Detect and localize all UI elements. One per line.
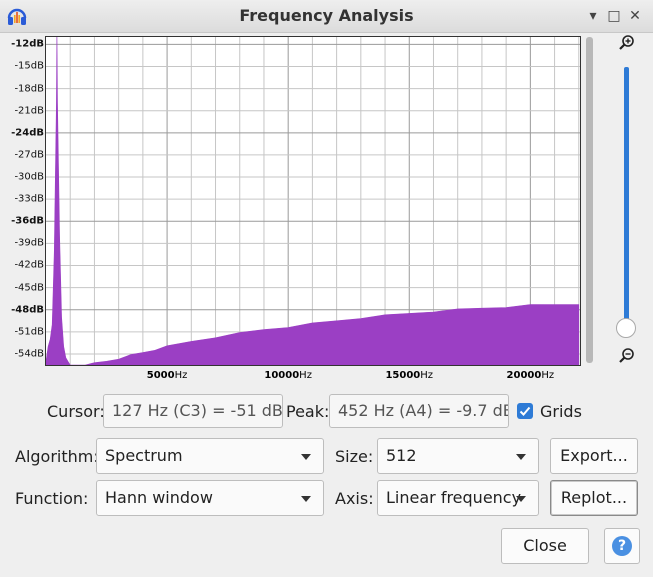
peak-label: Peak: xyxy=(286,402,330,421)
axis-label: Axis: xyxy=(335,489,374,508)
close-icon[interactable]: ✕ xyxy=(628,9,642,23)
export-button[interactable]: Export... xyxy=(550,438,638,474)
spectrum-svg xyxy=(46,37,580,365)
cursor-label: Cursor: xyxy=(47,402,105,421)
size-select[interactable]: 512 xyxy=(377,438,539,474)
y-tick-label: -36dB xyxy=(11,215,44,227)
grids-label: Grids xyxy=(540,402,582,421)
algorithm-select[interactable]: Spectrum xyxy=(96,438,324,474)
minimize-icon[interactable]: ▾ xyxy=(586,9,600,23)
chevron-down-icon xyxy=(301,496,311,502)
y-tick-label: -45dB xyxy=(14,282,44,294)
zoom-in-icon[interactable] xyxy=(618,34,636,52)
size-label: Size: xyxy=(335,447,374,466)
y-tick-label: -48dB xyxy=(11,304,44,316)
x-axis-labels: 5000Hz 10000Hz 15000Hz 20000Hz xyxy=(45,367,581,387)
zoom-slider-handle[interactable] xyxy=(616,318,636,338)
function-select[interactable]: Hann window xyxy=(96,480,324,516)
y-tick-label: -30dB xyxy=(14,171,44,183)
axis-select[interactable]: Linear frequency xyxy=(377,480,539,516)
x-tick-label: 15000Hz xyxy=(385,370,434,381)
x-tick-label: 20000Hz xyxy=(506,370,555,381)
y-tick-label: -27dB xyxy=(14,149,44,161)
chevron-down-icon xyxy=(516,496,526,502)
y-tick-label: -51dB xyxy=(14,326,44,338)
checkmark-icon xyxy=(519,406,531,416)
x-tick-label: 5000Hz xyxy=(146,370,188,381)
chevron-down-icon xyxy=(516,454,526,460)
algorithm-label: Algorithm: xyxy=(15,447,99,466)
replot-button[interactable]: Replot... xyxy=(550,480,638,516)
chevron-down-icon xyxy=(301,454,311,460)
y-tick-label: -24dB xyxy=(11,127,44,139)
help-button[interactable]: ? xyxy=(604,528,640,564)
close-button[interactable]: Close xyxy=(501,528,589,564)
y-tick-label: -33dB xyxy=(14,193,44,205)
axis-value: Linear frequency xyxy=(386,488,522,507)
y-tick-label: -12dB xyxy=(11,38,44,50)
y-tick-label: -42dB xyxy=(14,259,44,271)
zoom-out-icon[interactable] xyxy=(618,347,636,365)
y-tick-label: -15dB xyxy=(14,60,44,72)
maximize-icon[interactable]: □ xyxy=(607,9,621,23)
function-label: Function: xyxy=(15,489,89,508)
help-icon: ? xyxy=(612,536,632,556)
title-bar: Frequency Analysis ▾ □ ✕ xyxy=(0,0,653,33)
peak-field[interactable]: 452 Hz (A4) = -9.7 dB xyxy=(329,394,509,428)
algorithm-value: Spectrum xyxy=(105,446,183,465)
spectrum-plot[interactable] xyxy=(45,36,581,366)
y-tick-label: -21dB xyxy=(14,105,44,117)
grids-checkbox[interactable] xyxy=(517,403,533,419)
cursor-field[interactable]: 127 Hz (C3) = -51 dB xyxy=(103,394,283,428)
y-tick-label: -54dB xyxy=(14,348,44,360)
vertical-scrollbar[interactable] xyxy=(586,37,593,363)
size-value: 512 xyxy=(386,446,417,465)
y-axis-labels: -12dB -15dB -18dB -21dB -24dB -27dB -30dB -33dB… xyxy=(10,36,44,366)
zoom-slider-track[interactable] xyxy=(624,67,629,329)
x-tick-label: 10000Hz xyxy=(264,370,312,381)
function-value: Hann window xyxy=(105,488,213,507)
window-title: Frequency Analysis xyxy=(239,6,414,25)
y-tick-label: -39dB xyxy=(14,237,44,249)
y-tick-label: -18dB xyxy=(14,83,44,95)
